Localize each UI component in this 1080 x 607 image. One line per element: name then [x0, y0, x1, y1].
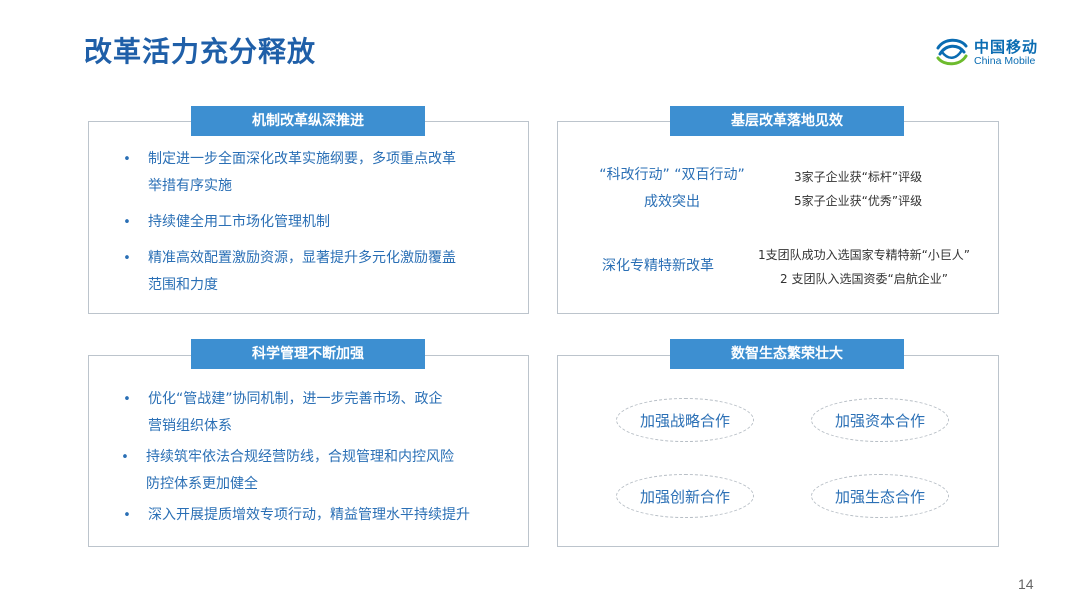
- bullet-icon: •: [123, 392, 131, 407]
- reform-actions-results: 3家子企业获“标杆”评级 5家子企业获“优秀”评级: [794, 165, 922, 213]
- result-line: 3家子企业获“标杆”评级: [794, 170, 923, 184]
- ecosystem-panel: [557, 355, 999, 547]
- logo-text-cn: 中国移动: [974, 38, 1039, 56]
- list-item-line: 持续健全用工市场化管理机制: [148, 214, 330, 230]
- management-header: 科学管理不断加强: [191, 339, 425, 369]
- reform-actions-line: “科改行动” “双百行动”: [599, 167, 745, 183]
- list-item-line: 举措有序实施: [148, 178, 232, 194]
- reform-actions-label: “科改行动” “双百行动” 成效突出: [582, 162, 762, 216]
- china-mobile-logo-icon: [936, 38, 968, 66]
- list-item-line: 制定进一步全面深化改革实施纲要，多项重点改革: [148, 151, 456, 167]
- page-number: 14: [1018, 576, 1034, 592]
- bullet-icon: •: [123, 508, 131, 523]
- strategic-cooperation-oval: 加强战略合作: [616, 398, 754, 442]
- grassroots-reform-header: 基层改革落地见效: [670, 106, 904, 136]
- list-item: • 优化“管战建”协同机制，进一步完善市场、政企 营销组织体系: [122, 386, 512, 440]
- list-item-line: 深入开展提质增效专项行动，精益管理水平持续提升: [148, 507, 470, 523]
- list-item: • 精准高效配置激励资源，显著提升多元化激励覆盖 范围和力度: [122, 245, 502, 299]
- list-item-line: 优化“管战建”协同机制，进一步完善市场、政企: [148, 391, 443, 407]
- list-item-line: 营销组织体系: [148, 418, 232, 434]
- bullet-icon: •: [121, 450, 129, 465]
- mechanism-reform-header: 机制改革纵深推进: [191, 106, 425, 136]
- list-item-line: 防控体系更加健全: [146, 476, 258, 492]
- list-item-line: 精准高效配置激励资源，显著提升多元化激励覆盖: [148, 250, 456, 266]
- bullet-icon: •: [123, 215, 131, 230]
- result-line: 1支团队成功入选国家专精特新“小巨人”: [757, 248, 971, 262]
- list-item: • 持续筑牢依法合规经营防线，合规管理和内控风险 防控体系更加健全: [121, 444, 512, 498]
- logo-text-en: China Mobile: [974, 55, 1036, 67]
- page-title: 改革活力充分释放: [84, 35, 317, 68]
- ecosystem-cooperation-oval: 加强生态合作: [811, 474, 949, 518]
- list-item: • 制定进一步全面深化改革实施纲要，多项重点改革 举措有序实施: [122, 146, 502, 200]
- company-logo: 中国移动 China Mobile: [934, 34, 1054, 74]
- ecosystem-header: 数智生态繁荣壮大: [670, 339, 904, 369]
- result-line: 2 支团队入选国资委“启航企业”: [780, 272, 948, 286]
- specialized-reform-results: 1支团队成功入选国家专精特新“小巨人” 2 支团队入选国资委“启航企业”: [744, 243, 984, 291]
- innovation-cooperation-oval: 加强创新合作: [616, 474, 754, 518]
- bullet-icon: •: [123, 152, 131, 167]
- capital-cooperation-oval: 加强资本合作: [811, 398, 949, 442]
- management-list: • 优化“管战建”协同机制，进一步完善市场、政企 营销组织体系 • 持续筑牢依法…: [121, 386, 512, 529]
- result-line: 5家子企业获“优秀”评级: [794, 194, 923, 208]
- reform-actions-line: 成效突出: [644, 194, 700, 210]
- list-item: • 深入开展提质增效专项行动，精益管理水平持续提升: [122, 502, 512, 529]
- mechanism-reform-list: • 制定进一步全面深化改革实施纲要，多项重点改革 举措有序实施 • 持续健全用工…: [122, 146, 502, 299]
- bullet-icon: •: [123, 251, 131, 266]
- specialized-reform-label: 深化专精特新改革: [602, 258, 714, 274]
- list-item-line: 范围和力度: [148, 277, 218, 293]
- list-item: • 持续健全用工市场化管理机制: [122, 209, 502, 236]
- list-item-line: 持续筑牢依法合规经营防线，合规管理和内控风险: [146, 449, 454, 465]
